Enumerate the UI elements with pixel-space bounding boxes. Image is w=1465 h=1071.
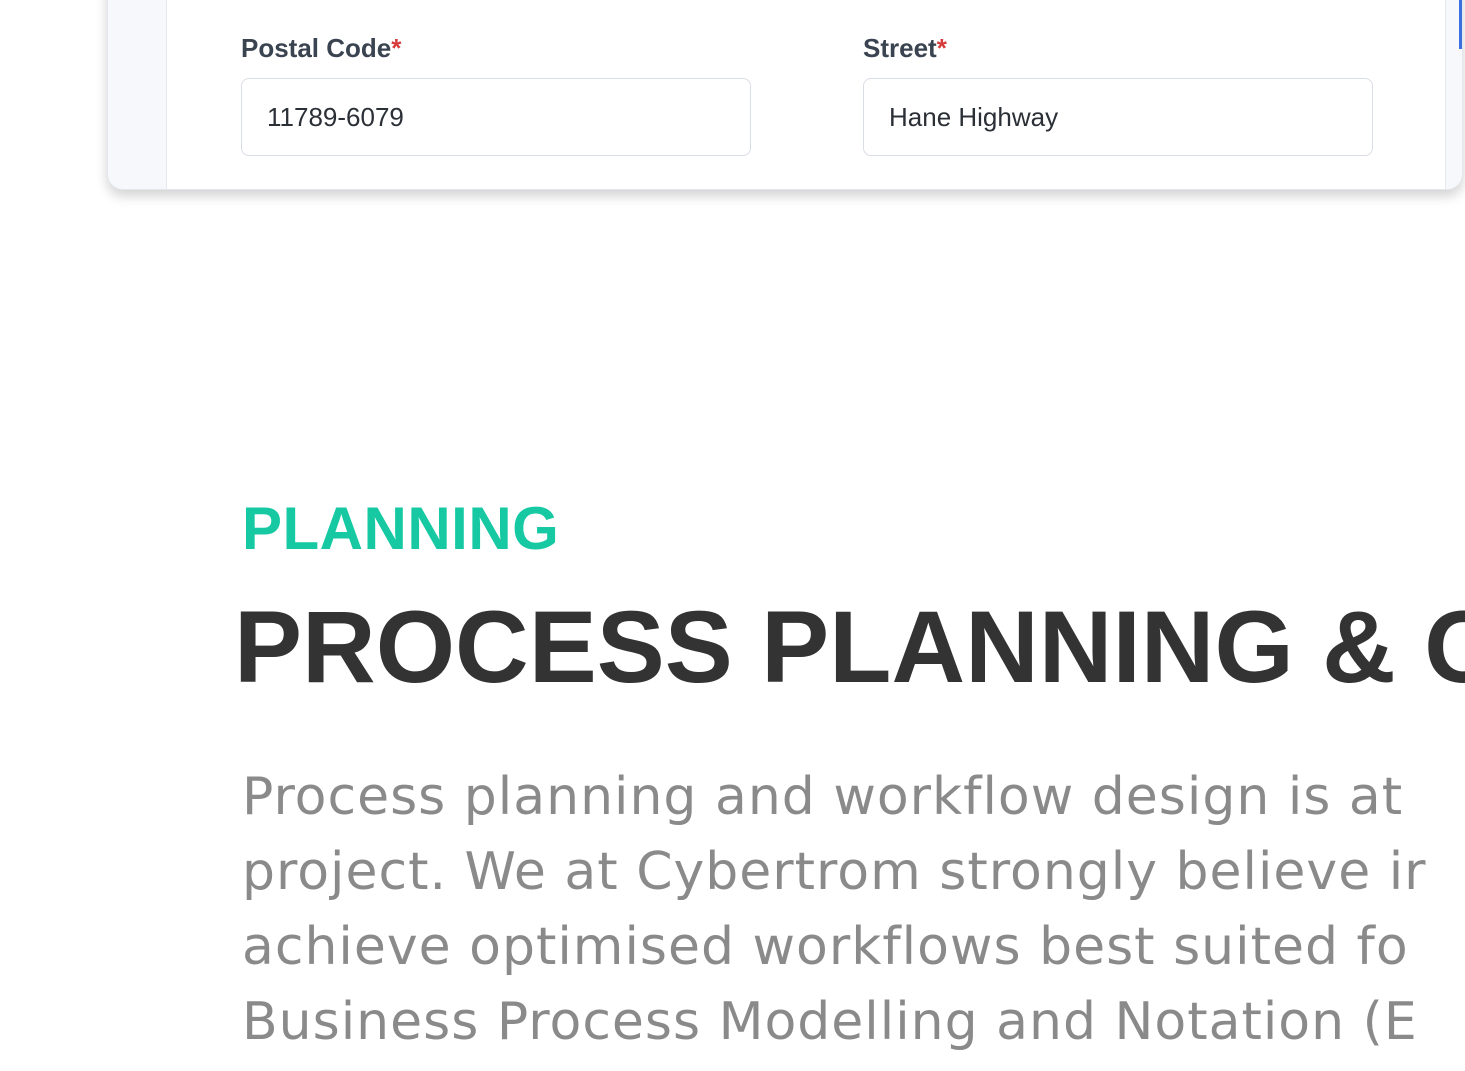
body-line: project. We at Cybertrom strongly believ… xyxy=(242,842,1427,902)
street-input[interactable] xyxy=(863,78,1373,156)
body-line: Business Process Modelling and Notation … xyxy=(242,992,1418,1052)
body-line: Process planning and workflow design is … xyxy=(242,767,1404,827)
street-required-mark: * xyxy=(936,33,947,63)
form-left-rail xyxy=(108,0,167,189)
street-label: Street* xyxy=(863,33,947,64)
section-body: Process planning and workflow design is … xyxy=(242,760,1465,1060)
body-line: achieve optimised workflows best suited … xyxy=(242,917,1409,977)
postal-code-input[interactable] xyxy=(241,78,751,156)
postal-code-label-text: Postal Code xyxy=(241,33,392,63)
page: Postal Code* Street* PLANNING PROCESS PL… xyxy=(0,0,1465,1071)
section-headline: PROCESS PLANNING & OI xyxy=(234,590,1465,704)
postal-code-required-mark: * xyxy=(391,33,402,63)
section-eyebrow: PLANNING xyxy=(242,495,560,562)
form-accent-indicator xyxy=(1459,0,1462,49)
street-label-text: Street xyxy=(863,33,937,63)
postal-code-label: Postal Code* xyxy=(241,33,401,64)
address-form-card: Postal Code* Street* xyxy=(107,0,1463,190)
